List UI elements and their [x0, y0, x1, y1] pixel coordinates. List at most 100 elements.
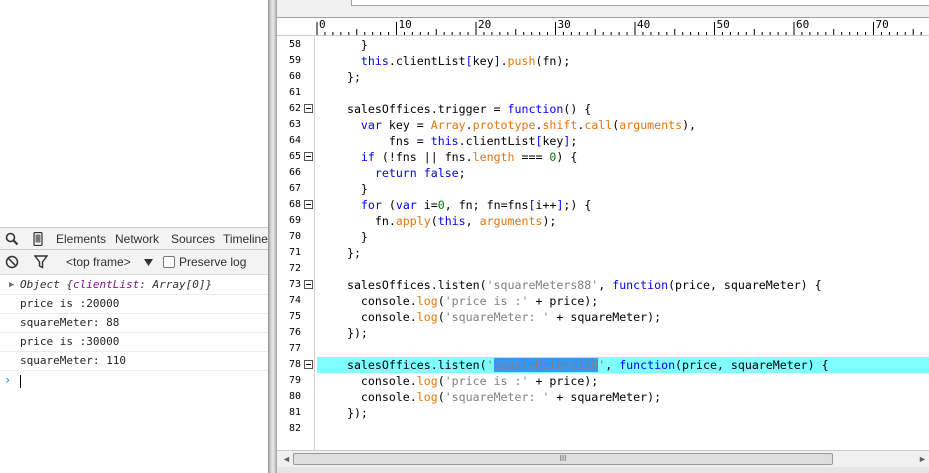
code-text: fn.apply(this, arguments); — [333, 214, 557, 228]
fold-toggle-icon[interactable] — [304, 200, 313, 209]
fold-toggle-icon[interactable] — [304, 104, 313, 113]
code-token: . — [388, 54, 396, 68]
code-text: var key = Array.prototype.shift.call(arg… — [333, 118, 696, 132]
code-token: for — [360, 198, 382, 212]
code-line[interactable]: 77 — [277, 341, 929, 357]
code-line[interactable]: 79 console.log('price is :' + price); — [277, 373, 929, 389]
filter-icon[interactable] — [34, 255, 48, 269]
code-line[interactable]: 78 salesOffices.listen('squareMeters110'… — [277, 357, 929, 373]
code-line[interactable]: 62 salesOffices.trigger = function() { — [277, 101, 929, 117]
device-mode-icon[interactable] — [31, 232, 45, 246]
line-number: 68 — [288, 199, 301, 210]
code-text: }; — [333, 246, 361, 260]
line-number: 60 — [288, 71, 301, 82]
tab-elements[interactable]: Elements — [56, 232, 106, 246]
object-separator: : — [139, 278, 153, 291]
code-token: } — [333, 38, 368, 52]
scroll-right-icon[interactable]: ► — [918, 454, 927, 464]
code-token: salesOffices.listen( — [333, 358, 487, 372]
code-token: ( — [437, 310, 445, 324]
code-line[interactable]: 68 for (var i=0, fn; fn=fns[i++];) { — [277, 197, 929, 213]
code-line[interactable]: 76 }); — [277, 325, 929, 341]
line-number: 62 — [288, 103, 301, 114]
object-brace-close: } — [205, 278, 213, 291]
code-text: return false; — [333, 166, 466, 180]
console-output: ▶ Object {clientList: Array[0]} price is … — [0, 276, 268, 371]
devtools-panel: Elements Network Sources Timeline <top f… — [0, 227, 268, 473]
line-number: 72 — [288, 263, 301, 274]
code-token: ( — [437, 294, 445, 308]
line-number: 76 — [288, 327, 301, 338]
code-token: }; — [333, 246, 361, 260]
code-line[interactable]: 67 } — [277, 181, 929, 197]
code-token: + price); — [528, 294, 599, 308]
console-log-line: squareMeter: 110 — [0, 352, 268, 371]
tab-sources[interactable]: Sources — [171, 232, 215, 246]
code-line[interactable]: 70 } — [277, 229, 929, 245]
tab-timeline[interactable]: Timeline — [223, 232, 268, 246]
code-token: } — [333, 182, 368, 196]
object-brace-open: { — [66, 278, 73, 291]
code-token: , — [605, 358, 620, 372]
ruler-label: 30 — [557, 18, 571, 31]
code-token: console. — [333, 374, 417, 388]
blank-page-area — [0, 0, 268, 227]
code-line[interactable]: 72 — [277, 261, 929, 277]
horizontal-scrollbar[interactable]: ◄ III ► — [277, 450, 929, 467]
code-token: ; — [570, 134, 578, 148]
object-value: Array[0] — [152, 278, 206, 291]
code-line[interactable]: 75 console.log('squareMeter: ' + squareM… — [277, 309, 929, 325]
code-line[interactable]: 81 }); — [277, 405, 929, 421]
code-line[interactable]: 80 console.log('squareMeter: ' + squareM… — [277, 389, 929, 405]
chevron-down-icon[interactable] — [144, 259, 153, 267]
search-icon[interactable] — [5, 232, 19, 246]
scrollbar-thumb[interactable]: III — [293, 453, 833, 465]
preserve-log-checkbox[interactable] — [163, 256, 175, 268]
fold-toggle-icon[interactable] — [304, 360, 313, 369]
frame-selector[interactable]: <top frame> — [66, 255, 131, 269]
code-token: 'squareMeters88' — [486, 278, 599, 292]
window-split-divider[interactable] — [268, 0, 277, 473]
code-line[interactable]: 66 return false; — [277, 165, 929, 181]
console-object-entry[interactable]: ▶ Object {clientList: Array[0]} — [0, 276, 268, 295]
code-line[interactable]: 65 if (!fns || fns.length === 0) { — [277, 149, 929, 165]
code-line[interactable]: 74 console.log('price is :' + price); — [277, 293, 929, 309]
fold-toggle-icon[interactable] — [304, 152, 313, 161]
code-text: salesOffices.trigger = function() { — [333, 102, 591, 116]
code-text: }); — [333, 406, 368, 420]
code-token: log — [416, 374, 438, 388]
code-line[interactable]: 61 — [277, 85, 929, 101]
preserve-log-label: Preserve log — [179, 255, 247, 269]
expand-triangle-icon[interactable]: ▶ — [9, 276, 14, 294]
line-number: 81 — [288, 407, 301, 418]
code-token: call — [584, 118, 613, 132]
code-token: prototype — [472, 118, 536, 132]
code-text-area[interactable]: 58 } 59 this.clientList[key].push(fn); 60 … — [277, 37, 929, 450]
clear-console-icon[interactable] — [5, 255, 19, 269]
ruler-label: 60 — [796, 18, 810, 31]
code-text: console.log('price is :' + price); — [333, 294, 598, 308]
code-line[interactable]: 73 salesOffices.listen('squareMeters88',… — [277, 277, 929, 293]
scroll-left-icon[interactable]: ◄ — [282, 454, 291, 464]
code-text: } — [333, 230, 368, 244]
code-line[interactable]: 59 this.clientList[key].push(fn); — [277, 53, 929, 69]
code-token: length — [472, 150, 515, 164]
line-number: 63 — [288, 119, 301, 130]
code-line[interactable]: 69 fn.apply(this, arguments); — [277, 213, 929, 229]
console-input-caret[interactable] — [20, 375, 21, 388]
code-token: false — [423, 166, 459, 180]
ruler-label: 20 — [478, 18, 492, 31]
tab-network[interactable]: Network — [115, 232, 159, 246]
code-line[interactable]: 63 var key = Array.prototype.shift.call(… — [277, 117, 929, 133]
code-line[interactable]: 58 } — [277, 37, 929, 53]
fold-toggle-icon[interactable] — [304, 280, 313, 289]
code-line[interactable]: 64 fns = this.clientList[key]; — [277, 133, 929, 149]
console-log-line: squareMeter: 88 — [0, 314, 268, 333]
code-line[interactable]: 71 }; — [277, 245, 929, 261]
line-number: 69 — [288, 215, 301, 226]
code-line[interactable]: 82 — [277, 421, 929, 437]
code-line[interactable]: 60 }; — [277, 69, 929, 85]
